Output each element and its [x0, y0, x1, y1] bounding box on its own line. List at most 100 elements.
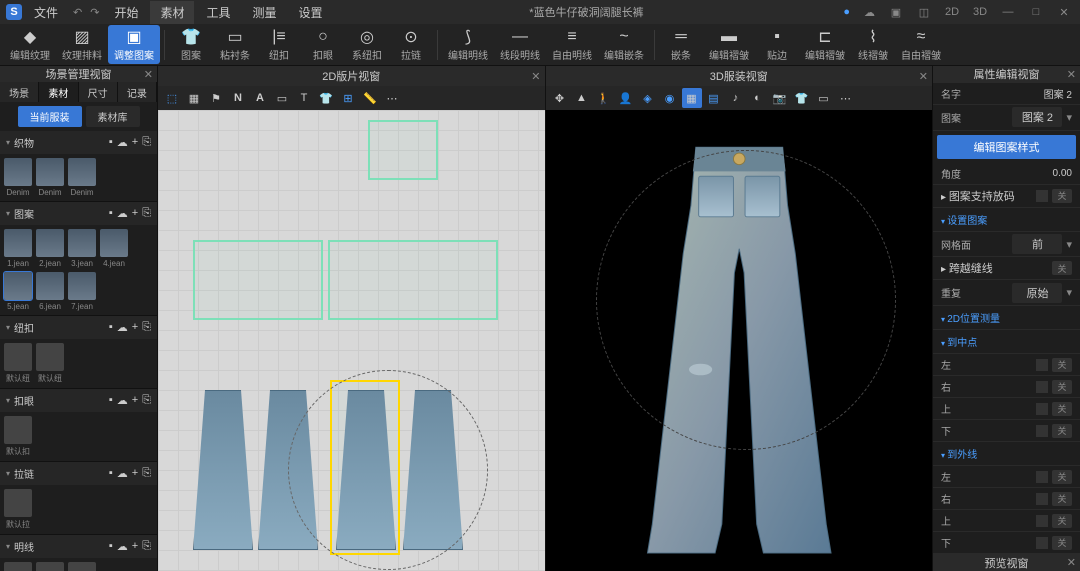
thumb-织物-2[interactable] — [68, 158, 96, 186]
prop-pattern-select[interactable]: 图案 2 — [1012, 107, 1062, 127]
toggle[interactable]: 关 — [1052, 189, 1072, 203]
thumb-明线-1[interactable] — [36, 562, 64, 571]
thumb-图案-0[interactable] — [4, 229, 32, 257]
add-icon[interactable]: ▪ — [109, 394, 113, 407]
tool3d-box-icon[interactable]: ▭ — [814, 88, 834, 108]
tool3d-sq2-icon[interactable]: ◉ — [660, 88, 680, 108]
tool-pattern[interactable]: 👕 图案 — [169, 25, 213, 64]
section-2d-measure[interactable]: 2D位置测量 — [933, 306, 1080, 330]
thumb-纽扣-1[interactable] — [36, 343, 64, 371]
tool-seg-stitch[interactable]: — 线段明线 — [494, 25, 546, 64]
link-icon[interactable]: ⎘ — [142, 207, 151, 220]
subtab-0[interactable]: 当前服装 — [18, 106, 82, 127]
tool-ruler-icon[interactable]: 📏 — [360, 88, 380, 108]
tool-tie-button[interactable]: ◎ 系纽扣 — [345, 25, 389, 64]
thumb-图案-4[interactable] — [4, 272, 32, 300]
checkbox[interactable] — [1036, 190, 1048, 202]
add2-icon[interactable]: + — [132, 394, 138, 407]
tool-edit-stitch[interactable]: ⟆ 编辑明线 — [442, 25, 494, 64]
tab-0[interactable]: 场景 — [0, 82, 39, 102]
panel-close-icon[interactable]: ✕ — [144, 68, 153, 81]
tool-n-icon[interactable]: N — [228, 88, 248, 108]
thumb-图案-3[interactable] — [100, 229, 128, 257]
tool-grid-icon[interactable]: ▦ — [184, 88, 204, 108]
add2-icon[interactable]: + — [132, 540, 138, 553]
thumb-织物-0[interactable] — [4, 158, 32, 186]
tool3d-more-icon[interactable]: ⋯ — [836, 88, 856, 108]
tool3d-dot-icon[interactable]: ◐ — [748, 88, 768, 108]
tool-edit-trim[interactable]: ~ 编辑嵌条 — [598, 25, 650, 64]
menu-tool[interactable]: 工具 — [196, 1, 240, 24]
tool-text-icon[interactable]: T — [294, 88, 314, 108]
section-织物[interactable]: ▾织物 ▪☁+⎘ — [0, 131, 157, 154]
tool-arrange-texture[interactable]: ▨ 纹理排料 — [56, 25, 108, 64]
prop-angle-value[interactable]: 0.00 — [1053, 168, 1072, 179]
section-图案[interactable]: ▾图案 ▪☁+⎘ — [0, 202, 157, 225]
sync-icon[interactable]: ● — [840, 6, 853, 18]
link-icon[interactable]: ⎘ — [142, 136, 151, 149]
tool3d-note-icon[interactable]: ♪ — [726, 88, 746, 108]
minimize-icon[interactable]: — — [998, 2, 1018, 22]
section-set-pattern[interactable]: 设置图案 — [933, 208, 1080, 232]
menu-start[interactable]: 开始 — [104, 1, 148, 24]
thumb-图案-2[interactable] — [68, 229, 96, 257]
tool-cube-icon[interactable]: ⬚ — [162, 88, 182, 108]
tool-flag-icon[interactable]: ⚑ — [206, 88, 226, 108]
cloud-icon[interactable]: ☁ — [117, 321, 128, 334]
add-icon[interactable]: ▪ — [109, 321, 113, 334]
vp-close-icon[interactable]: ✕ — [531, 70, 540, 83]
tool3d-walk-icon[interactable]: 🚶 — [594, 88, 614, 108]
link-icon[interactable]: ⎘ — [142, 394, 151, 407]
thumb-明线-0[interactable] — [4, 562, 32, 571]
menu-setting[interactable]: 设置 — [289, 1, 333, 24]
tool3d-cam-icon[interactable]: 📷 — [770, 88, 790, 108]
thumb-纽扣-0[interactable] — [4, 343, 32, 371]
thumb-扣眼-0[interactable] — [4, 416, 32, 444]
section-明线[interactable]: ▾明线 ▪☁+⎘ — [0, 535, 157, 558]
tool-buckle[interactable]: ○ 扣眼 — [301, 25, 345, 64]
panel-close-icon[interactable]: ✕ — [1067, 556, 1076, 569]
vp-close-icon[interactable]: ✕ — [919, 70, 928, 83]
close-icon[interactable]: ✕ — [1054, 2, 1074, 22]
thumb-图案-5[interactable] — [36, 272, 64, 300]
add2-icon[interactable]: + — [132, 467, 138, 480]
tool3d-body-icon[interactable]: 👤 — [616, 88, 636, 108]
cloud-icon[interactable]: ☁ — [117, 207, 128, 220]
section-to-mid[interactable]: 到中点 — [933, 330, 1080, 354]
section-拉链[interactable]: ▾拉链 ▪☁+⎘ — [0, 462, 157, 485]
cloud-icon[interactable]: ☁ — [117, 467, 128, 480]
tool-paste[interactable]: ▪ 贴边 — [755, 25, 799, 64]
view-2d-button[interactable]: 2D — [942, 2, 962, 22]
tab-2[interactable]: 尺寸 — [79, 82, 118, 102]
view-3d-button[interactable]: 3D — [970, 2, 990, 22]
tool3d-move-icon[interactable]: ✥ — [550, 88, 570, 108]
thumb-明线-2[interactable] — [68, 562, 96, 571]
tool3d-sq1-icon[interactable]: ◈ — [638, 88, 658, 108]
add-icon[interactable]: ▪ — [109, 467, 113, 480]
tool-edit-pleat[interactable]: ▬ 编辑褶皱 — [703, 25, 755, 64]
tool-zipper[interactable]: ⊙ 拉链 — [389, 25, 433, 64]
add-icon[interactable]: ▪ — [109, 207, 113, 220]
undo-icon[interactable]: ↶ — [70, 6, 85, 19]
thumb-图案-1[interactable] — [36, 229, 64, 257]
section-扣眼[interactable]: ▾扣眼 ▪☁+⎘ — [0, 389, 157, 412]
subtab-1[interactable]: 素材库 — [86, 106, 140, 127]
thumb-图案-6[interactable] — [68, 272, 96, 300]
thumb-拉链-0[interactable] — [4, 489, 32, 517]
tool-adjust-pattern[interactable]: ▣ 调整图案 — [108, 25, 160, 64]
tool3d-sq3-icon[interactable]: ▦ — [682, 88, 702, 108]
tool3d-sq4-icon[interactable]: ▤ — [704, 88, 724, 108]
add-icon[interactable]: ▪ — [109, 136, 113, 149]
menu-measure[interactable]: 测量 — [243, 1, 287, 24]
link-icon[interactable]: ⎘ — [142, 321, 151, 334]
section-to-outer[interactable]: 到外线 — [933, 442, 1080, 466]
cloud-icon[interactable]: ☁ — [117, 136, 128, 149]
panel-close-icon[interactable]: ✕ — [1067, 68, 1076, 81]
tool-link-icon[interactable]: 👕 — [316, 88, 336, 108]
tool-edit-texture[interactable]: ◆ 编辑纹理 — [4, 25, 56, 64]
section-纽扣[interactable]: ▾纽扣 ▪☁+⎘ — [0, 316, 157, 339]
tool-edit-fold[interactable]: ⊏ 编辑褶皱 — [799, 25, 851, 64]
redo-icon[interactable]: ↷ — [87, 6, 102, 19]
cloud-icon[interactable]: ☁ — [117, 394, 128, 407]
tool-free-stitch[interactable]: ≡ 自由明线 — [546, 25, 598, 64]
